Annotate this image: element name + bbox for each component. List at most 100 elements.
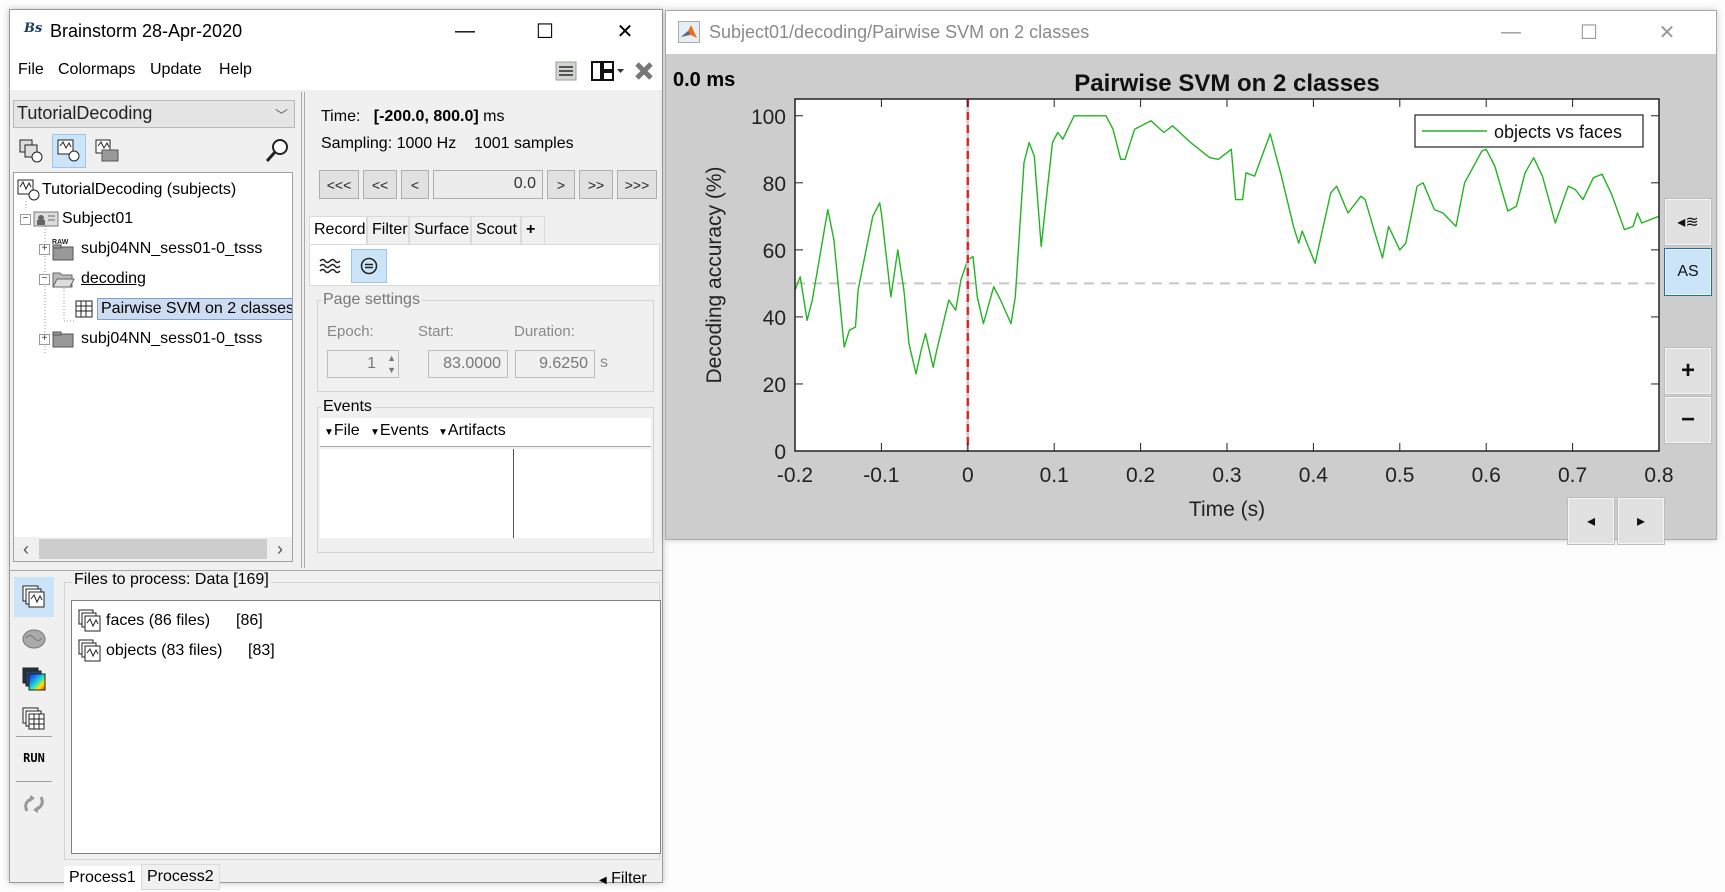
run-button[interactable]: RUN	[14, 738, 54, 778]
time-back-button[interactable]: <	[401, 170, 429, 199]
process-matrix-icon[interactable]	[14, 699, 54, 739]
y-tick-label: 0	[774, 441, 786, 464]
collapse-icon[interactable]: −	[39, 273, 50, 285]
x-axis-label: Time (s)	[1189, 498, 1265, 521]
process-file-item[interactable]: objects (83 files) [83]	[78, 639, 275, 663]
events-menu-artifacts[interactable]: ▼Artifacts	[438, 422, 506, 440]
time-back-fast-button[interactable]: <<	[363, 170, 397, 199]
minimize-button[interactable]: —	[430, 10, 500, 52]
reload-icon[interactable]	[14, 784, 54, 824]
chevron-down-icon: ﹀	[274, 108, 288, 123]
start-field[interactable]: 83.0000	[428, 350, 508, 378]
tab-record[interactable]: Record	[309, 216, 367, 244]
figure-close-button[interactable]: ✕	[1632, 11, 1702, 54]
time-forward-button[interactable]: >	[547, 170, 575, 199]
expand-icon[interactable]: +	[39, 333, 50, 345]
butterfly-mode-icon[interactable]	[351, 249, 387, 283]
functional-data-sorted-icon[interactable]	[90, 134, 124, 168]
duration-label: Duration:	[514, 323, 575, 340]
process-file-item[interactable]: faces (86 files) [86]	[78, 609, 263, 633]
preferences-icon[interactable]	[552, 58, 580, 84]
expand-icon[interactable]: +	[39, 243, 50, 255]
process-data-icon[interactable]	[14, 577, 54, 617]
y-axis-label: Decoding accuracy (%)	[703, 166, 726, 383]
time-first-button[interactable]: <<<	[319, 170, 359, 199]
next-page-button[interactable]: ▸	[1617, 497, 1665, 545]
x-tick-label: -0.1	[863, 464, 899, 487]
subject-icon	[33, 211, 59, 227]
x-tick-label: 0.8	[1644, 464, 1673, 487]
events-list-divider[interactable]	[513, 449, 514, 538]
x-tick-label: 0.4	[1299, 464, 1329, 487]
process-timefreq-icon[interactable]	[14, 659, 54, 699]
menu-help[interactable]: Help	[219, 61, 252, 79]
horizontal-scrollbar[interactable]: ‹ ›	[14, 537, 292, 561]
scrollbar-thumb[interactable]	[39, 539, 267, 559]
menu-colormaps[interactable]: Colormaps	[58, 61, 135, 79]
maximize-button[interactable]: ☐	[510, 10, 580, 52]
x-tick-label: 0.1	[1040, 464, 1069, 487]
menu-file[interactable]: File	[18, 61, 44, 79]
process-sources-icon[interactable]	[14, 619, 54, 659]
search-icon[interactable]	[260, 134, 294, 168]
open-folder-icon	[52, 272, 75, 288]
tree-node-pairwise-svm[interactable]: Pairwise SVM on 2 classes	[74, 296, 292, 322]
duration-field[interactable]: 9.6250	[515, 350, 595, 378]
zoom-in-button[interactable]: +	[1664, 347, 1712, 395]
close-button[interactable]: ✕	[590, 10, 660, 52]
events-menubar: ▼File ▼Events ▼Artifacts	[320, 418, 651, 447]
figure-title: Subject01/decoding/Pairwise SVM on 2 cla…	[709, 22, 1090, 42]
time-panel: Time: [-200.0, 800.0] ms Sampling: 1000 …	[307, 92, 662, 568]
spinner-arrows-icon[interactable]: ▲ ▼	[387, 352, 396, 376]
display-mode-button[interactable]: ◂≋	[1664, 198, 1712, 246]
tab-process2[interactable]: Process2	[141, 864, 220, 890]
tree-node-raw-folder[interactable]: + RAW subj04NN_sess01-0_tsss	[39, 236, 262, 262]
matrix-icon	[75, 300, 93, 318]
tab-scout[interactable]: Scout	[471, 216, 521, 244]
close-all-icon[interactable]	[630, 58, 658, 84]
functional-data-view-icon[interactable]	[52, 134, 86, 168]
page-settings-title: Page settings	[321, 291, 422, 309]
scroll-right-icon[interactable]: ›	[270, 538, 290, 560]
y-tick-label: 40	[763, 307, 786, 330]
vertical-splitter[interactable]	[301, 92, 305, 568]
figure-minimize-button[interactable]: —	[1476, 11, 1546, 54]
tab-process1[interactable]: Process1	[64, 866, 141, 892]
tree-node-subject01[interactable]: − Subject01	[20, 206, 133, 232]
protocol-name: TutorialDecoding	[17, 103, 153, 123]
current-time-input[interactable]: 0.0	[433, 170, 543, 199]
tree-node-decoding[interactable]: − decoding	[39, 266, 146, 292]
process-file-list[interactable]: faces (86 files) [86] objects (83 files)…	[71, 600, 661, 854]
menu-bar: File Colormaps Update Help	[10, 52, 662, 90]
time-forward-fast-button[interactable]: >>	[579, 170, 613, 199]
protocol-dropdown[interactable]: TutorialDecoding ﹀	[13, 100, 295, 128]
zoom-out-button[interactable]: −	[1664, 396, 1712, 444]
figure-maximize-button[interactable]: ☐	[1554, 11, 1624, 54]
events-menu-events[interactable]: ▼Events	[370, 422, 429, 440]
tab-add[interactable]: +	[521, 216, 545, 244]
x-tick-label: 0.7	[1558, 464, 1587, 487]
anatomy-view-icon[interactable]	[15, 134, 49, 168]
tab-filter[interactable]: Filter	[367, 216, 409, 244]
display-mode-icon[interactable]	[312, 249, 348, 283]
layout-icon[interactable]	[588, 58, 628, 84]
menu-update[interactable]: Update	[150, 61, 202, 79]
time-info: Time: [-200.0, 800.0] ms	[321, 108, 505, 125]
epoch-spinner[interactable]: 1 ▲ ▼	[327, 350, 399, 378]
autoscale-button[interactable]: AS	[1664, 248, 1712, 296]
x-tick-label: 0	[962, 464, 974, 487]
time-last-button[interactable]: >>>	[617, 170, 657, 199]
decoding-plot[interactable]: Pairwise SVM on 2 classes -0.2 -0.1 0 0.1 0.2…	[666, 54, 1716, 540]
events-menu-file[interactable]: ▼File	[324, 422, 360, 440]
page-settings-group	[317, 300, 654, 392]
matlab-icon	[678, 21, 700, 43]
scroll-left-icon[interactable]: ‹	[16, 538, 36, 560]
tab-surface[interactable]: Surface	[409, 216, 471, 244]
events-list[interactable]	[320, 449, 651, 538]
filter-button[interactable]: ◀ Filter	[599, 870, 647, 888]
data-files-icon	[78, 639, 101, 662]
collapse-icon[interactable]: −	[20, 213, 31, 225]
tree-node-folder[interactable]: + subj04NN_sess01-0_tsss	[39, 326, 262, 352]
figure-window: Subject01/decoding/Pairwise SVM on 2 cla…	[665, 10, 1717, 545]
prev-page-button[interactable]: ◂	[1567, 497, 1615, 545]
